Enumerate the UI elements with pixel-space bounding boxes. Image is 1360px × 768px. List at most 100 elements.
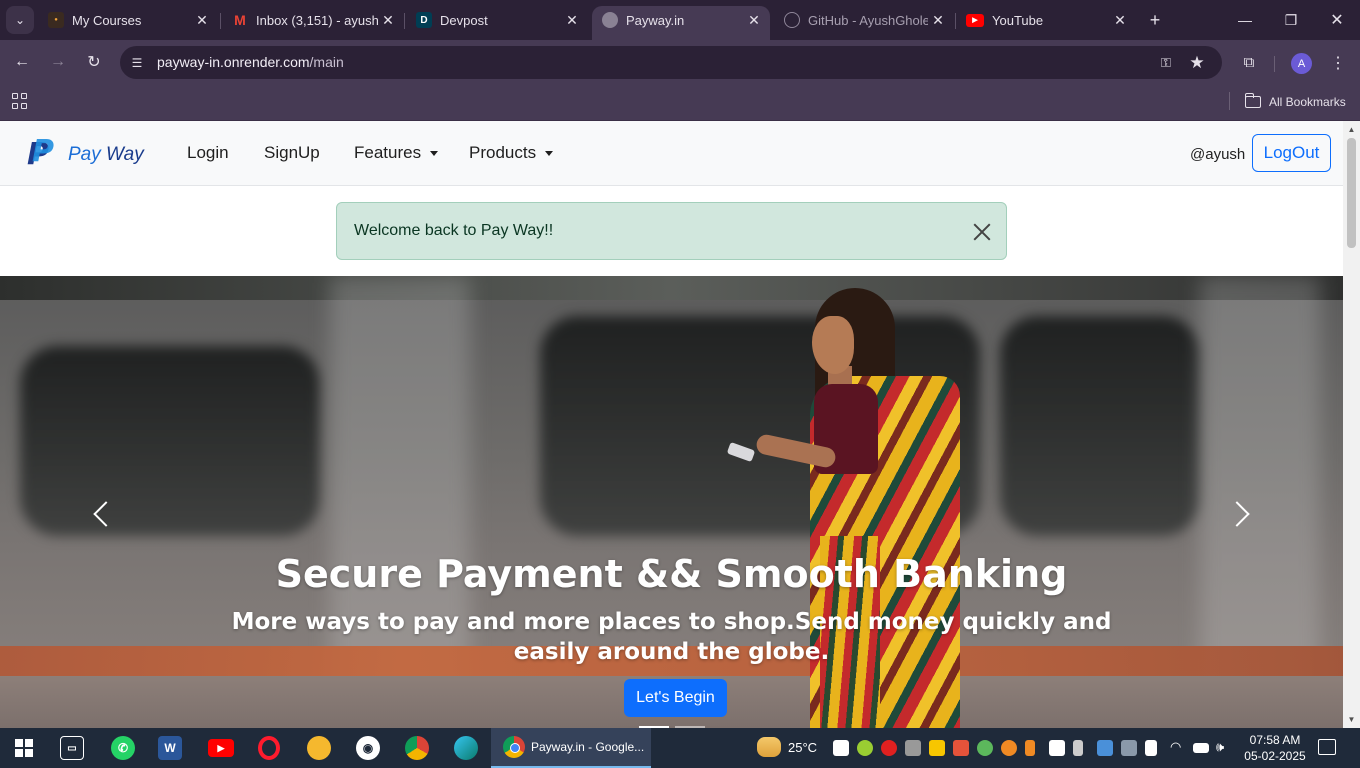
close-icon[interactable]: ✕ <box>928 10 948 30</box>
scrollbar-thumb[interactable] <box>1347 138 1356 248</box>
nav-signup[interactable]: SignUp <box>264 143 320 163</box>
close-icon[interactable]: ✕ <box>1110 10 1130 30</box>
chevron-right-icon <box>1224 501 1250 527</box>
tab-github[interactable]: GitHub - AyushGhole ✕ <box>774 6 954 34</box>
tray-app-icon[interactable] <box>977 740 993 756</box>
folder-icon <box>1244 93 1261 108</box>
speaker-tray-icon[interactable] <box>1025 740 1035 756</box>
page-scrollbar[interactable]: ▲ ▼ <box>1343 121 1360 728</box>
toolbar-divider <box>1274 56 1275 72</box>
bookmarks-bar: All Bookmarks <box>0 84 1360 121</box>
tray-app-icon[interactable] <box>1001 740 1017 756</box>
close-icon[interactable] <box>971 221 993 243</box>
carousel-prev-button[interactable] <box>86 498 119 532</box>
hero-carousel: Secure Payment && Smooth Banking More wa… <box>0 276 1343 728</box>
forward-icon[interactable]: → <box>46 50 70 74</box>
tab-payway[interactable]: Payway.in ✕ <box>592 6 770 40</box>
password-key-icon[interactable]: ⚿ <box>1156 53 1176 73</box>
usb-icon[interactable] <box>1073 740 1083 756</box>
url-text[interactable]: payway-in.onrender.com/main <box>157 54 344 70</box>
tray-app-icon[interactable] <box>953 740 969 756</box>
chrome-icon <box>503 736 525 758</box>
opera-tray-icon[interactable] <box>881 740 897 756</box>
notification-icon[interactable] <box>1318 739 1336 755</box>
caret-down-icon <box>430 150 439 156</box>
edge-icon[interactable] <box>454 736 478 760</box>
nav-products-label: Products <box>469 143 537 162</box>
back-icon[interactable]: ← <box>10 50 34 74</box>
tab-youtube[interactable]: ▶ YouTube ✕ <box>956 6 1136 34</box>
fruit-app-icon[interactable] <box>307 736 331 760</box>
bookmark-star-icon[interactable]: ★ <box>1186 52 1208 74</box>
tab-devpost[interactable]: D Devpost ✕ <box>406 6 588 34</box>
whatsapp-icon[interactable]: ✆ <box>111 736 135 760</box>
tray-app-icon[interactable] <box>1121 740 1137 756</box>
scroll-up-icon[interactable]: ▲ <box>1343 121 1360 138</box>
carousel-next-button[interactable] <box>1224 498 1256 532</box>
word-icon[interactable]: W <box>158 736 182 760</box>
tab-my-courses[interactable]: ● My Courses ✕ <box>38 6 218 34</box>
close-icon[interactable]: ✕ <box>744 10 764 30</box>
close-window-icon[interactable]: ✕ <box>1325 8 1349 32</box>
paypal-logo-icon: PP <box>27 134 54 172</box>
taskbar-active-chrome[interactable]: Payway.in - Google... <box>491 728 651 768</box>
nav-features-dropdown[interactable]: Features <box>354 143 439 163</box>
opera-icon[interactable] <box>258 736 280 760</box>
tab-gmail[interactable]: M Inbox (3,151) - ayush ✕ <box>222 6 404 34</box>
new-tab-button[interactable]: + <box>1144 9 1166 31</box>
profile-avatar[interactable]: A <box>1291 53 1312 74</box>
logout-button[interactable]: LogOut <box>1252 134 1331 172</box>
all-bookmarks-button[interactable]: All Bookmarks <box>1244 92 1346 112</box>
battery-icon[interactable] <box>1193 743 1209 753</box>
brand-link[interactable]: PP Pay Way <box>27 134 144 172</box>
tab-title: Payway.in <box>626 12 685 28</box>
close-icon[interactable]: ✕ <box>192 10 212 30</box>
system-clock[interactable]: 07:58 AM 05-02-2025 <box>1240 732 1310 764</box>
nav-products-dropdown[interactable]: Products <box>469 143 554 163</box>
tray-app-icon[interactable] <box>1049 740 1065 756</box>
lets-begin-button[interactable]: Let's Begin <box>624 679 727 717</box>
tab-divider <box>220 13 221 29</box>
tab-search-button[interactable]: ⌄ <box>6 6 34 34</box>
bookmarks-divider <box>1229 92 1230 110</box>
tray-app-icon[interactable] <box>1145 740 1157 756</box>
chevron-left-icon <box>93 501 119 527</box>
site-info-icon[interactable]: ☰ <box>128 54 146 72</box>
chrome-icon[interactable] <box>405 736 429 760</box>
minimize-icon[interactable]: — <box>1233 8 1257 32</box>
menu-kebab-icon[interactable]: ⋮ <box>1328 51 1348 75</box>
task-view-icon[interactable]: ▭ <box>60 736 84 760</box>
gmail-icon: M <box>234 12 246 28</box>
wifi-icon[interactable]: ◠ <box>1170 739 1181 755</box>
apps-grid-icon[interactable] <box>12 93 28 109</box>
discord-icon[interactable] <box>833 740 849 756</box>
close-icon[interactable]: ✕ <box>378 10 398 30</box>
volume-icon[interactable]: 🕪 <box>1216 739 1224 755</box>
github-desktop-icon[interactable]: ◉ <box>356 736 380 760</box>
extensions-puzzle-icon[interactable]: ⧉ <box>1238 51 1260 73</box>
active-app-label: Payway.in - Google... <box>531 740 645 754</box>
windows-start-icon[interactable] <box>15 739 33 757</box>
train-window <box>1000 316 1200 536</box>
tray-app-icon[interactable] <box>1097 740 1113 756</box>
alert-message: Welcome back to Pay Way!! <box>354 222 554 239</box>
weather-icon[interactable] <box>757 737 781 757</box>
tray-app-icon[interactable] <box>857 740 873 756</box>
close-icon[interactable]: ✕ <box>562 10 582 30</box>
carousel-subtitle: More ways to pay and more places to shop… <box>231 609 1112 665</box>
tray-app-icon[interactable] <box>905 740 921 756</box>
carousel-title: Secure Payment && Smooth Banking <box>275 552 1068 596</box>
nav-login[interactable]: Login <box>187 143 229 163</box>
youtube-app-icon[interactable]: ▶ <box>208 739 234 757</box>
tray-app-icon[interactable] <box>929 740 945 756</box>
youtube-icon: ▶ <box>966 13 984 27</box>
restore-icon[interactable]: ❐ <box>1279 8 1303 32</box>
clock-date: 05-02-2025 <box>1244 749 1306 763</box>
temperature-label[interactable]: 25°C <box>788 740 817 755</box>
globe-icon <box>602 12 618 28</box>
tab-title: GitHub - AyushGhole <box>808 12 928 28</box>
reload-icon[interactable]: ↻ <box>82 50 106 74</box>
scroll-down-icon[interactable]: ▼ <box>1343 711 1360 728</box>
address-bar[interactable]: ☰ payway-in.onrender.com/main ⚿ ★ <box>120 46 1222 79</box>
tab-title: My Courses <box>72 12 142 28</box>
